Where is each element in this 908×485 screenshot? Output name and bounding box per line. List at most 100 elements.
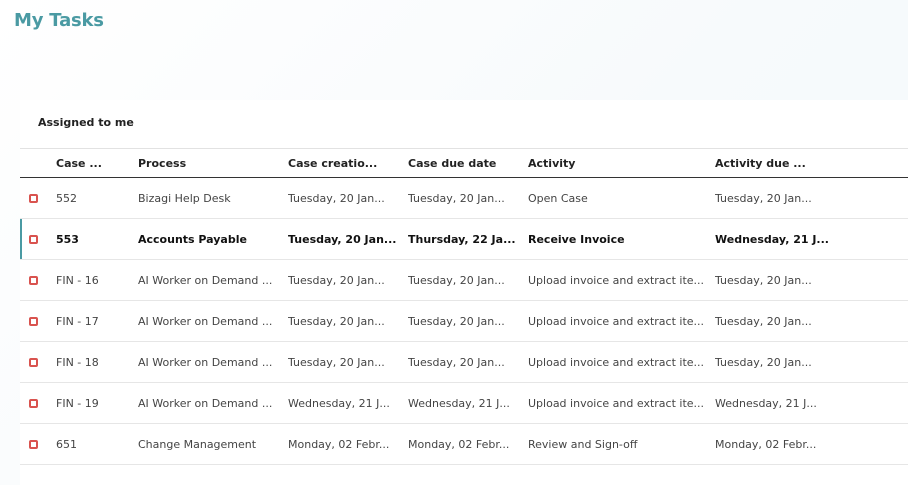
status-indicator-cell xyxy=(20,218,56,260)
case-number-cell-text: 553 xyxy=(56,232,79,246)
activity-cell: Receive Invoice xyxy=(528,218,715,260)
case-creation-cell: Tuesday, 20 Jan... xyxy=(288,300,408,342)
process-cell: AI Worker on Demand ... xyxy=(138,341,288,383)
process-cell: AI Worker on Demand ... xyxy=(138,382,288,424)
process-cell-text: AI Worker on Demand ... xyxy=(138,273,273,287)
activity-due-cell: Monday, 02 Febr... xyxy=(715,423,908,465)
activity-due-cell-text: Wednesday, 21 J... xyxy=(715,232,829,246)
case-number-cell: 553 xyxy=(56,218,138,260)
case-creation-cell-text: Tuesday, 20 Jan... xyxy=(288,191,385,205)
page-title: My Tasks xyxy=(14,10,104,31)
case-number-cell-text: FIN - 17 xyxy=(56,314,99,328)
activity-cell: Upload invoice and extract ite... xyxy=(528,259,715,301)
process-cell-text: AI Worker on Demand ... xyxy=(138,396,273,410)
activity-due-cell-text: Monday, 02 Febr... xyxy=(715,437,817,451)
case-due-date-cell-text: Thursday, 22 Ja... xyxy=(408,232,516,246)
tasks-panel: Assigned to me Case ... Process Case cre… xyxy=(20,100,908,485)
process-cell: AI Worker on Demand ... xyxy=(138,259,288,301)
case-creation-cell: Monday, 02 Febr... xyxy=(288,423,408,465)
case-number-cell: FIN - 16 xyxy=(56,259,138,301)
activity-due-cell-text: Tuesday, 20 Jan... xyxy=(715,314,812,328)
case-due-date-cell: Tuesday, 20 Jan... xyxy=(408,341,528,383)
case-creation-cell-text: Tuesday, 20 Jan... xyxy=(288,314,385,328)
header-indicator-column xyxy=(20,148,56,178)
case-number-cell: FIN - 18 xyxy=(56,341,138,383)
case-due-date-cell: Tuesday, 20 Jan... xyxy=(408,259,528,301)
case-creation-cell: Tuesday, 20 Jan... xyxy=(288,341,408,383)
activity-due-cell: Wednesday, 21 J... xyxy=(715,218,908,260)
status-indicator-icon xyxy=(29,194,38,203)
case-number-cell: FIN - 19 xyxy=(56,382,138,424)
case-due-date-cell: Tuesday, 20 Jan... xyxy=(408,300,528,342)
status-indicator-icon xyxy=(29,358,38,367)
case-due-date-cell-text: Tuesday, 20 Jan... xyxy=(408,314,505,328)
header-activity[interactable]: Activity xyxy=(528,148,715,178)
table-row[interactable]: 553 Accounts Payable Tuesday, 20 Jan... Thu… xyxy=(20,218,908,260)
status-indicator-cell xyxy=(20,423,56,465)
status-indicator-icon xyxy=(29,399,38,408)
status-indicator-icon xyxy=(29,440,38,449)
case-number-cell-text: FIN - 16 xyxy=(56,273,99,287)
assigned-to-me-label: Assigned to me xyxy=(38,116,134,129)
activity-cell: Open Case xyxy=(528,177,715,219)
process-cell-text: Change Management xyxy=(138,437,257,451)
activity-cell-text: Open Case xyxy=(528,191,588,205)
activity-due-cell-text: Tuesday, 20 Jan... xyxy=(715,191,812,205)
activity-due-cell-text: Tuesday, 20 Jan... xyxy=(715,355,812,369)
case-number-cell-text: 651 xyxy=(56,437,77,451)
activity-due-cell: Tuesday, 20 Jan... xyxy=(715,341,908,383)
case-due-date-cell: Tuesday, 20 Jan... xyxy=(408,177,528,219)
activity-cell-text: Receive Invoice xyxy=(528,232,625,246)
process-cell: Bizagi Help Desk xyxy=(138,177,288,219)
status-indicator-cell xyxy=(20,341,56,383)
header-case-due-date[interactable]: Case due date xyxy=(408,148,528,178)
status-indicator-icon xyxy=(29,276,38,285)
case-creation-cell-text: Tuesday, 20 Jan... xyxy=(288,355,385,369)
tasks-table: Case ... Process Case creatio... Case du… xyxy=(20,148,908,465)
status-indicator-cell xyxy=(20,382,56,424)
case-due-date-cell: Monday, 02 Febr... xyxy=(408,423,528,465)
case-creation-cell: Wednesday, 21 J... xyxy=(288,382,408,424)
header-case-number[interactable]: Case ... xyxy=(56,148,138,178)
table-row[interactable]: 552 Bizagi Help Desk Tuesday, 20 Jan... Tue… xyxy=(20,177,908,219)
case-due-date-cell-text: Tuesday, 20 Jan... xyxy=(408,273,505,287)
case-due-date-cell-text: Tuesday, 20 Jan... xyxy=(408,191,505,205)
header-activity-due[interactable]: Activity due ... xyxy=(715,148,908,178)
activity-cell: Review and Sign-off xyxy=(528,423,715,465)
activity-cell: Upload invoice and extract ite... xyxy=(528,382,715,424)
case-number-cell: 552 xyxy=(56,177,138,219)
table-row[interactable]: FIN - 16 AI Worker on Demand ... Tuesday, … xyxy=(20,259,908,301)
status-indicator-cell xyxy=(20,259,56,301)
table-row[interactable]: FIN - 17 AI Worker on Demand ... Tuesday, … xyxy=(20,300,908,342)
case-creation-cell-text: Wednesday, 21 J... xyxy=(288,396,390,410)
case-due-date-cell: Wednesday, 21 J... xyxy=(408,382,528,424)
activity-due-cell: Wednesday, 21 J... xyxy=(715,382,908,424)
process-cell: AI Worker on Demand ... xyxy=(138,300,288,342)
process-cell-text: Accounts Payable xyxy=(138,232,247,246)
header-case-creation[interactable]: Case creatio... xyxy=(288,148,408,178)
case-creation-cell-text: Tuesday, 20 Jan... xyxy=(288,232,397,246)
activity-cell-text: Review and Sign-off xyxy=(528,437,638,451)
status-indicator-cell xyxy=(20,177,56,219)
case-due-date-cell-text: Wednesday, 21 J... xyxy=(408,396,510,410)
activity-due-cell: Tuesday, 20 Jan... xyxy=(715,300,908,342)
activity-cell-text: Upload invoice and extract ite... xyxy=(528,314,705,328)
table-row[interactable]: FIN - 19 AI Worker on Demand ... Wednesday… xyxy=(20,382,908,424)
process-cell-text: Bizagi Help Desk xyxy=(138,191,231,205)
case-number-cell: 651 xyxy=(56,423,138,465)
case-due-date-cell-text: Monday, 02 Febr... xyxy=(408,437,510,451)
process-cell-text: AI Worker on Demand ... xyxy=(138,314,273,328)
case-due-date-cell-text: Tuesday, 20 Jan... xyxy=(408,355,505,369)
process-cell-text: AI Worker on Demand ... xyxy=(138,355,273,369)
status-indicator-cell xyxy=(20,300,56,342)
header-process[interactable]: Process xyxy=(138,148,288,178)
process-cell: Accounts Payable xyxy=(138,218,288,260)
case-number-cell-text: FIN - 19 xyxy=(56,396,99,410)
activity-due-cell-text: Tuesday, 20 Jan... xyxy=(715,273,812,287)
case-creation-cell: Tuesday, 20 Jan... xyxy=(288,259,408,301)
activity-due-cell: Tuesday, 20 Jan... xyxy=(715,177,908,219)
table-row[interactable]: 651 Change Management Monday, 02 Febr... Mo… xyxy=(20,423,908,465)
process-cell: Change Management xyxy=(138,423,288,465)
table-row[interactable]: FIN - 18 AI Worker on Demand ... Tuesday, … xyxy=(20,341,908,383)
activity-due-cell-text: Wednesday, 21 J... xyxy=(715,396,817,410)
